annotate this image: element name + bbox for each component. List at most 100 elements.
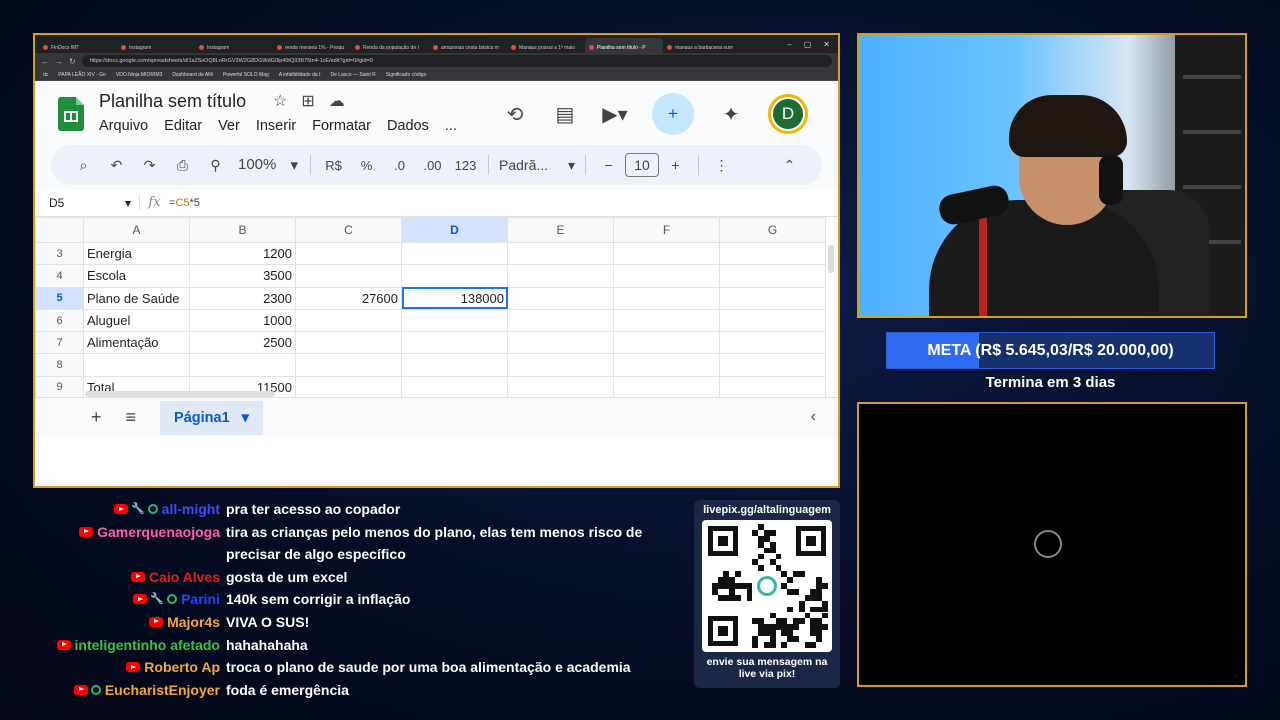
cell[interactable]: 3500 [189,264,296,288]
cell[interactable]: 2500 [189,331,296,355]
avatar[interactable]: D [768,94,808,134]
cell[interactable] [295,375,402,400]
cell[interactable] [83,353,190,377]
more-formats-button[interactable]: 123 [449,158,482,173]
vertical-scrollbar[interactable] [828,245,834,273]
cell[interactable] [295,353,402,377]
row-header[interactable]: 4 [35,264,84,288]
browser-tab[interactable]: Renda da população de I [351,38,429,53]
cell[interactable] [401,264,508,288]
maximize-icon[interactable]: ▢ [804,40,812,49]
sheets-logo-icon[interactable] [58,97,84,131]
row-header[interactable]: 9 [35,375,84,400]
bookmark-item[interactable]: PAPA LEÃO XIV - Go [58,72,106,78]
chat-username[interactable]: inteligentinho afetado [75,634,220,657]
cell[interactable] [507,264,614,288]
menu-item[interactable]: Formatar [312,118,371,134]
bookmark-item[interactable]: Powerful SOLO Mag [223,72,269,78]
chevron-left-icon[interactable]: ‹ [811,408,816,426]
row-header[interactable]: 7 [35,331,84,355]
cell[interactable] [507,353,614,377]
chat-username[interactable]: Caio Alves [149,566,220,589]
cell[interactable]: Alimentação [83,331,190,355]
row-header[interactable]: 3 [35,241,84,266]
url-field[interactable]: https://docs.google.com/spreadsheets/d/1… [81,55,832,67]
cell[interactable] [295,331,402,355]
active-cell[interactable]: 138000 [401,286,508,310]
cell[interactable] [401,375,508,400]
name-box[interactable]: D5 ▾ [35,196,139,210]
add-sheet-icon[interactable]: + [91,407,102,428]
browser-tab[interactable]: FinDocs IMT [39,38,117,53]
share-button[interactable]: + [652,93,694,135]
more-options-icon[interactable]: ⋮ [705,157,738,174]
cell[interactable] [295,264,402,288]
zoom-select[interactable]: 100% ▾ [232,156,304,174]
bookmark-item[interactable]: Significado código [386,72,427,78]
back-icon[interactable]: ← [41,57,49,66]
row-header[interactable]: 6 [35,308,84,333]
font-size-input[interactable]: 10 [625,153,659,177]
cell[interactable] [507,375,614,400]
cell[interactable] [719,286,826,310]
reload-icon[interactable]: ↻ [69,57,76,66]
browser-tab[interactable]: Planilha sem título - P [585,38,663,53]
cell[interactable] [719,331,826,355]
column-header[interactable]: B [189,217,296,243]
cell[interactable] [719,264,826,288]
bookmark-item[interactable]: Dashboard de Afili [172,72,213,78]
cell[interactable] [613,286,720,310]
column-header[interactable]: G [719,217,826,243]
document-title[interactable]: Planilha sem título [99,91,246,112]
chat-username[interactable]: Major4s [167,611,220,634]
cell[interactable] [507,308,614,333]
star-icon[interactable]: ☆ [273,91,287,111]
chat-username[interactable]: Roberto Ap [144,656,220,679]
cell[interactable] [295,308,402,333]
cell[interactable] [719,241,826,266]
chat-username[interactable]: EucharistEnjoyer [105,679,220,702]
browser-tab[interactable]: renda mensea 1% - Pesqu [273,38,351,53]
cell[interactable]: Energia [83,241,190,266]
cell[interactable] [189,353,296,377]
decrease-font-size-icon[interactable]: − [592,157,625,173]
collapse-toolbar-icon[interactable]: ⌃ [773,157,806,174]
cell[interactable] [613,308,720,333]
print-icon[interactable]: ⎙ [166,157,199,174]
cell[interactable]: 2300 [189,286,296,310]
menu-item[interactable]: Editar [164,118,202,134]
browser-tab[interactable]: Instagram [195,38,273,53]
close-icon[interactable]: ✕ [823,40,830,49]
column-header[interactable]: E [507,217,614,243]
cell[interactable] [613,375,720,400]
bookmark-item[interactable]: A infalibilidade da I [279,72,321,78]
menu-item[interactable]: Inserir [256,118,296,134]
move-folder-icon[interactable]: ⊞ [301,91,314,111]
cell[interactable] [719,308,826,333]
cell[interactable] [613,264,720,288]
column-header[interactable]: F [613,217,720,243]
column-header[interactable]: D [401,217,508,243]
cell[interactable]: 1200 [189,241,296,266]
browser-tab[interactable]: manaus a barbacena num [663,38,741,53]
column-header[interactable]: C [295,217,402,243]
all-sheets-icon[interactable]: ≡ [126,407,137,428]
currency-format-button[interactable]: R$ [317,158,350,173]
decrease-decimal-button[interactable]: .0 [383,158,416,173]
menu-item[interactable]: Ver [218,118,240,134]
bookmark-item[interactable]: VDO.Ninja MIORIM3 [116,72,162,78]
row-header[interactable]: 8 [35,353,84,377]
bookmark-item[interactable]: dc [43,72,48,78]
undo-icon[interactable]: ↶ [100,157,133,174]
formula-input[interactable]: =C5*5 [169,197,200,209]
cell[interactable] [719,353,826,377]
increase-font-size-icon[interactable]: + [659,157,692,173]
cell[interactable] [507,286,614,310]
cell[interactable]: 1000 [189,308,296,333]
chat-username[interactable]: Parini [181,588,220,611]
minimize-icon[interactable]: – [787,40,791,49]
cell[interactable] [719,375,826,400]
sheet-tab[interactable]: Página1 ▾ [160,400,263,435]
menu-item[interactable]: Arquivo [99,118,148,134]
cell[interactable] [507,331,614,355]
